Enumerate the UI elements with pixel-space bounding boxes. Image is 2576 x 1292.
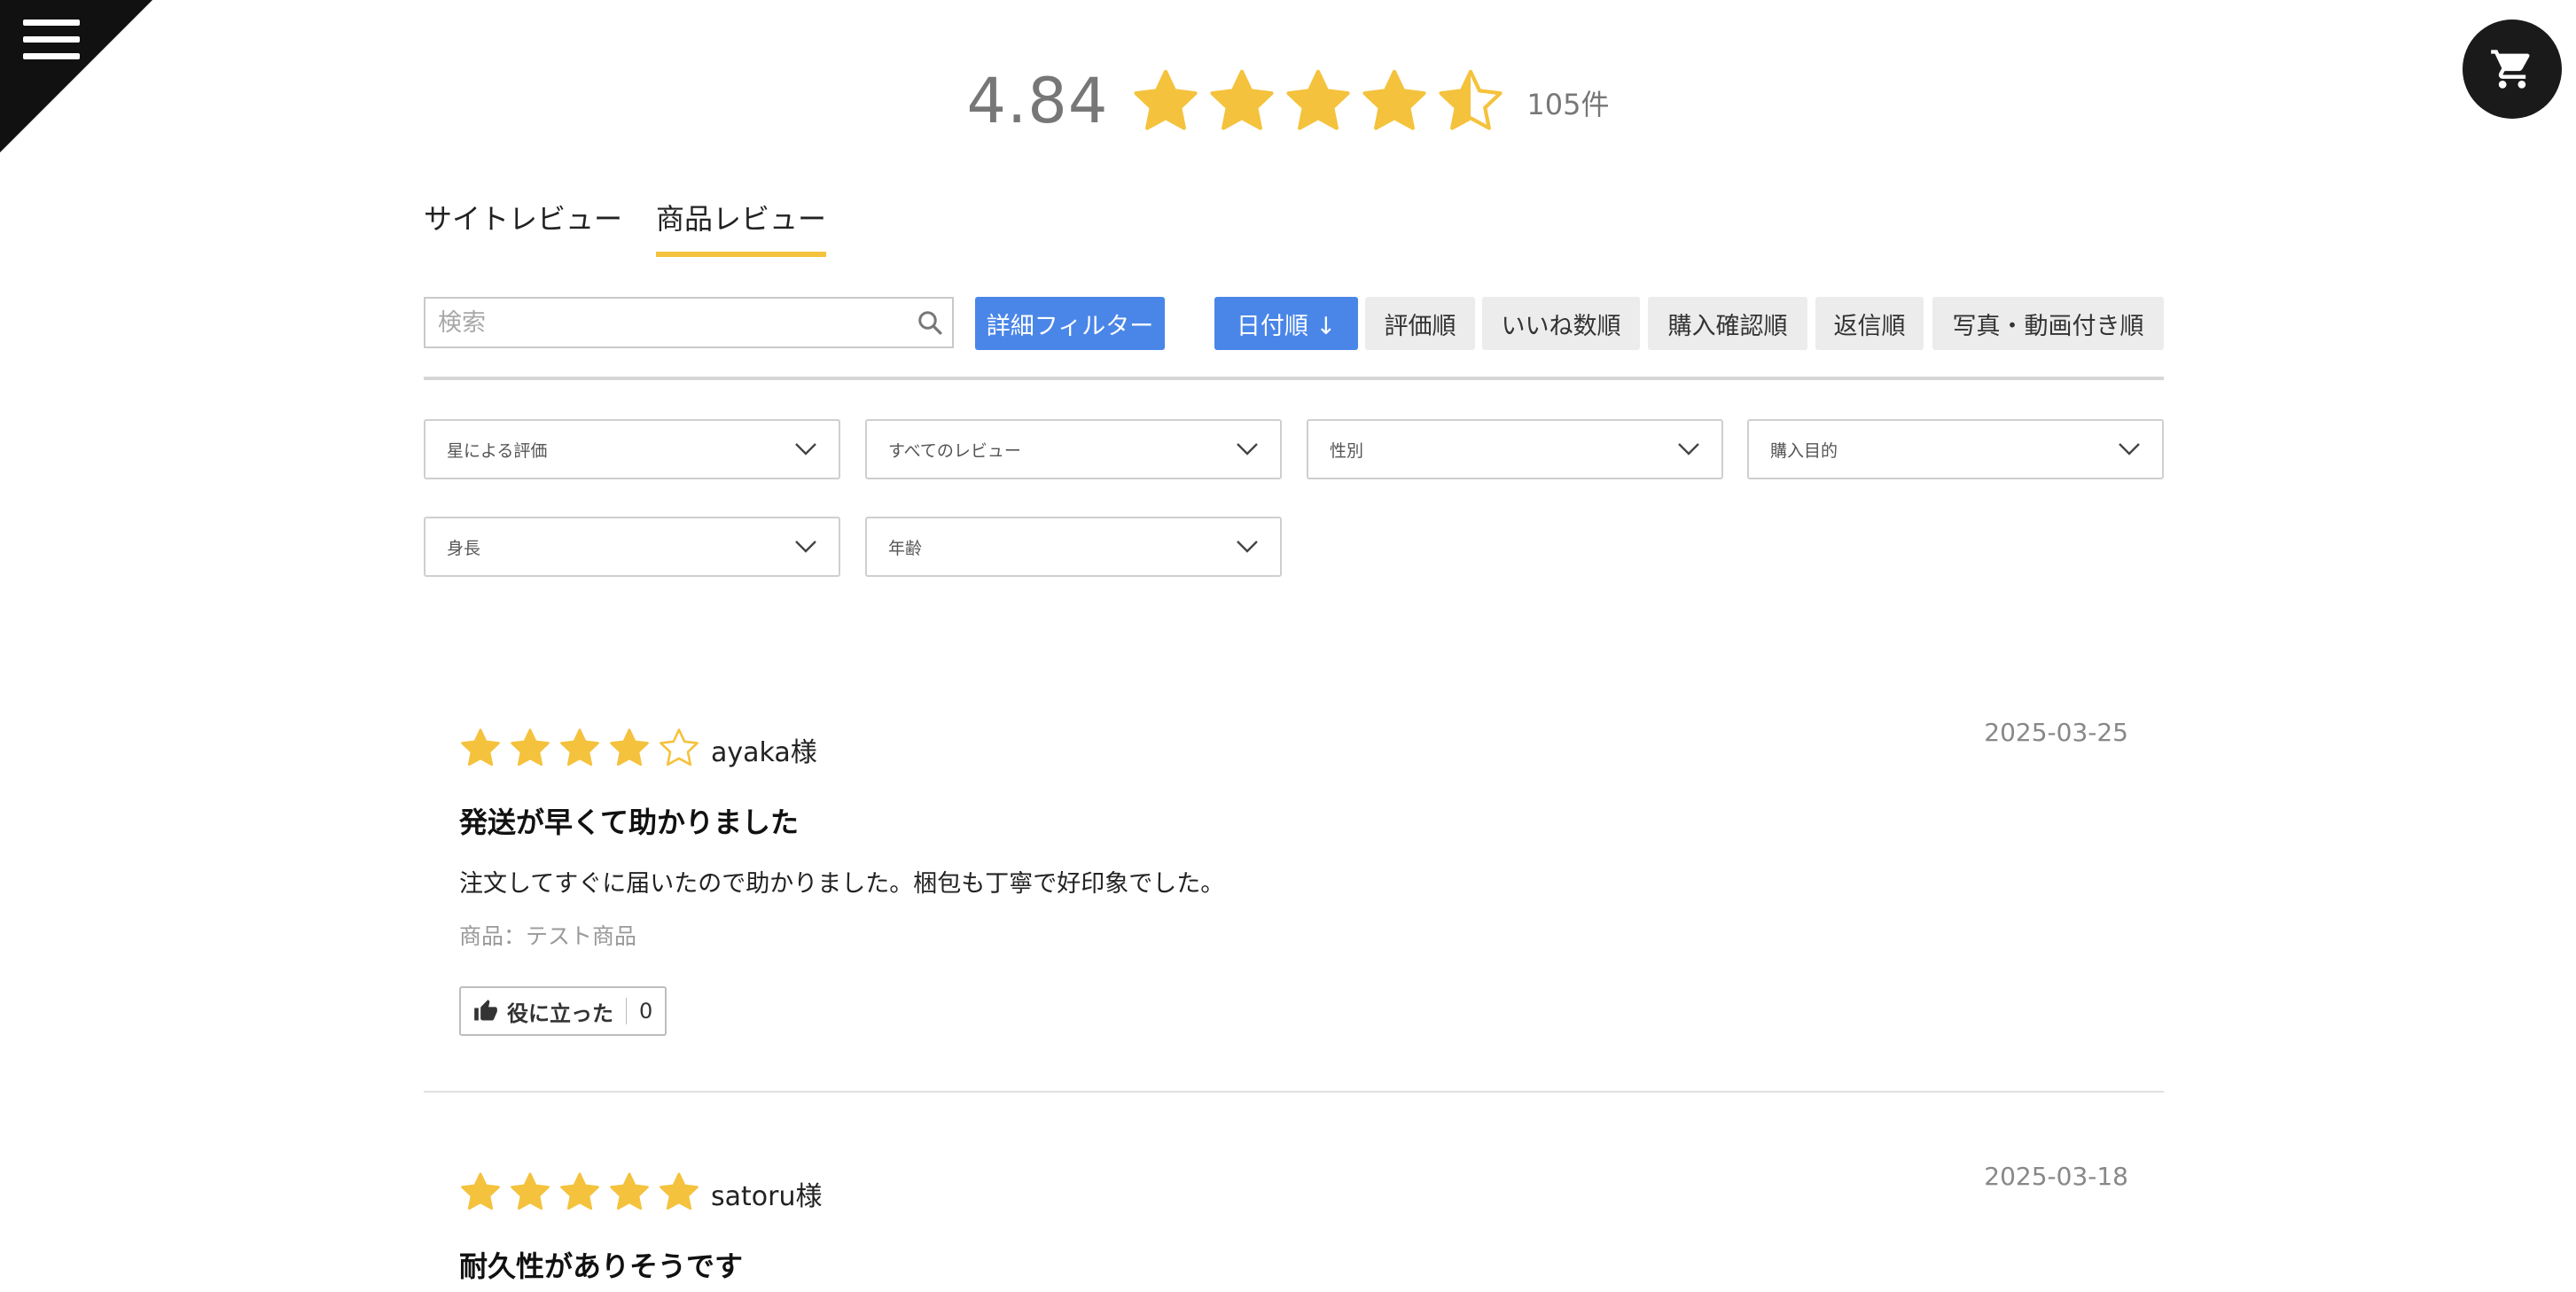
review-tabs: サイトレビュー 商品レビュー — [424, 197, 827, 257]
detail-filter-button[interactable]: 詳細フィルター — [975, 297, 1165, 350]
star-icon — [660, 728, 699, 767]
review-stars — [459, 727, 700, 769]
helpful-separator — [626, 998, 627, 1024]
review-date: 2025-03-25 — [1984, 718, 2128, 747]
helpful-button[interactable]: 役に立った 0 — [459, 986, 667, 1036]
star-icon — [1210, 69, 1274, 130]
filter-label: 星による評価 — [447, 440, 548, 461]
review-date: 2025-03-18 — [1984, 1162, 2128, 1191]
toolbar-divider — [424, 377, 2164, 380]
helpful-count: 0 — [639, 999, 653, 1023]
filter-purchase-purpose[interactable]: 購入目的 — [1747, 419, 2164, 479]
tab-product-reviews[interactable]: 商品レビュー — [656, 197, 827, 257]
star-icon — [560, 728, 599, 767]
sort-media-button[interactable]: 写真・動画付き順 — [1932, 297, 2164, 350]
review-toolbar: 詳細フィルター 日付順 ↓ 評価順 いいね数順 購入確認順 返信順 写真・動画付… — [424, 297, 2164, 352]
star-icon — [660, 1172, 699, 1210]
search-box — [424, 297, 954, 348]
review-body: 注文してすぐに届いたので助かりました。梱包も丁寧で好印象でした。 — [459, 870, 1225, 898]
filter-star-rating[interactable]: 星による評価 — [424, 419, 840, 479]
thumbs-up-icon — [474, 1000, 497, 1021]
sort-purchase-verified-button[interactable]: 購入確認順 — [1648, 297, 1807, 350]
rating-summary: 4.84 105件 — [0, 57, 2576, 145]
review-product: 商品：テスト商品 — [459, 923, 637, 949]
filter-label: 年齢 — [888, 538, 923, 558]
star-icon — [610, 1172, 649, 1210]
star-icon — [1134, 69, 1198, 130]
review-count: 105件 — [1526, 88, 1610, 121]
star-icon — [511, 1172, 550, 1210]
chevron-down-icon — [1237, 443, 1258, 455]
star-icon — [461, 728, 500, 767]
star-icon — [610, 728, 649, 767]
star-icon — [560, 1172, 599, 1210]
search-icon[interactable] — [908, 309, 952, 336]
chevron-down-icon — [1237, 541, 1258, 553]
star-icon — [1286, 69, 1350, 130]
chevron-down-icon — [795, 541, 816, 553]
star-icon — [1439, 69, 1503, 130]
filter-label: 身長 — [447, 538, 481, 558]
star-icon — [511, 728, 550, 767]
chevron-down-icon — [1678, 443, 1699, 455]
filter-all-reviews[interactable]: すべてのレビュー — [865, 419, 1282, 479]
tab-site-reviews[interactable]: サイトレビュー — [424, 197, 622, 257]
review-stars — [459, 1171, 700, 1213]
review-item: ayaka様 2025-03-25 発送が早くて助かりました 注文してすぐに届い… — [424, 718, 2164, 1090]
chevron-down-icon — [2119, 443, 2140, 455]
reviewer-name: ayaka様 — [711, 737, 817, 768]
reviewer-name: satoru様 — [711, 1181, 823, 1212]
average-rating: 4.84 — [966, 65, 1109, 137]
filter-label: 性別 — [1330, 440, 1364, 461]
filter-age[interactable]: 年齢 — [865, 517, 1282, 577]
search-input[interactable] — [425, 298, 908, 347]
sort-reply-button[interactable]: 返信順 — [1815, 297, 1924, 350]
star-icon — [461, 1172, 500, 1210]
chevron-down-icon — [795, 443, 816, 455]
sort-likes-button[interactable]: いいね数順 — [1482, 297, 1640, 350]
review-divider — [424, 1091, 2164, 1093]
review-item: satoru様 2025-03-18 耐久性がありそうです — [424, 1162, 2164, 1292]
review-title: 発送が早くて助かりました — [459, 806, 800, 839]
filter-gender[interactable]: 性別 — [1307, 419, 1723, 479]
sort-rating-button[interactable]: 評価順 — [1365, 297, 1475, 350]
review-title: 耐久性がありそうです — [459, 1249, 744, 1283]
filter-height[interactable]: 身長 — [424, 517, 840, 577]
filter-label: 購入目的 — [1770, 440, 1838, 461]
sort-date-button[interactable]: 日付順 ↓ — [1214, 297, 1358, 350]
star-icon — [1362, 69, 1426, 130]
hamburger-menu-icon[interactable] — [23, 19, 83, 60]
filter-label: すべてのレビュー — [888, 440, 1021, 461]
summary-stars — [1131, 66, 1505, 136]
helpful-label: 役に立った — [507, 1000, 613, 1026]
